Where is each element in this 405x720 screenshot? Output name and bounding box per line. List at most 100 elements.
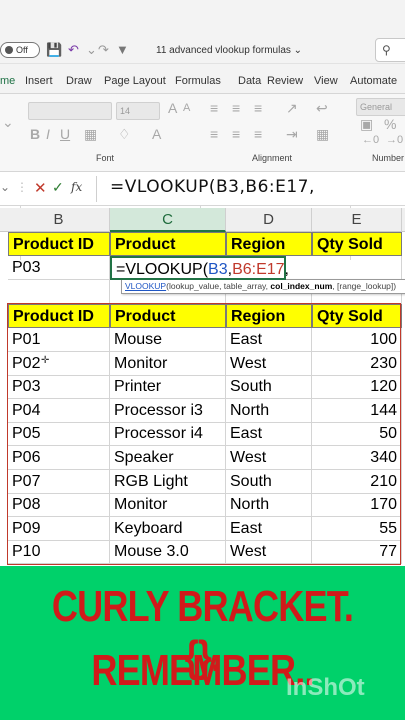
save-icon[interactable]: 💾 xyxy=(46,42,62,58)
tab-formulas[interactable]: Formulas xyxy=(175,75,221,87)
table-cell[interactable]: 120 xyxy=(312,375,402,400)
table-cell[interactable]: 170 xyxy=(312,493,402,518)
table-cell[interactable]: P03 xyxy=(8,375,110,400)
wrap-text-icon[interactable]: ↩ xyxy=(316,100,328,117)
search-button[interactable]: ⚲ xyxy=(375,38,405,62)
currency-icon[interactable]: ▣ xyxy=(360,116,373,133)
formula-bar-handle-icon[interactable]: ⋮ xyxy=(16,180,28,194)
table-header-cell[interactable]: Product xyxy=(110,304,226,328)
table-cell[interactable]: RGB Light xyxy=(110,469,226,494)
decrease-decimal-icon[interactable]: →0 xyxy=(386,134,403,146)
empty-cell[interactable] xyxy=(312,256,402,280)
table-cell[interactable]: East xyxy=(226,422,312,447)
table-cell[interactable]: South xyxy=(226,469,312,494)
increase-font-icon[interactable]: A xyxy=(168,100,177,116)
redo-icon[interactable]: ↷ xyxy=(98,42,109,58)
formula-input[interactable]: =VLOOKUP(B3,B6:E17, xyxy=(110,177,315,197)
autosave-toggle[interactable]: Off xyxy=(0,42,40,58)
borders-icon[interactable]: ▦ xyxy=(84,126,97,143)
table-cell[interactable]: Monitor xyxy=(110,493,226,518)
number-format-dropdown[interactable]: General xyxy=(356,98,405,116)
tooltip-arg-lookup-value[interactable]: lookup_value xyxy=(169,281,219,291)
align-left-icon[interactable]: ≡ xyxy=(210,126,218,142)
table-cell[interactable]: P08 xyxy=(8,493,110,518)
align-bottom-icon[interactable]: ≡ xyxy=(254,100,262,116)
tooltip-arg-col-index-num[interactable]: col_index_num xyxy=(270,281,332,291)
align-center-icon[interactable]: ≡ xyxy=(232,126,240,142)
enter-icon[interactable]: ✓ xyxy=(52,179,64,196)
table-cell[interactable]: P06 xyxy=(8,446,110,470)
lookup-header-cell[interactable]: Region xyxy=(226,232,312,256)
table-cell[interactable]: 50 xyxy=(312,422,402,447)
table-header-cell[interactable]: Region xyxy=(226,304,312,328)
table-header-cell[interactable]: Product ID xyxy=(8,304,110,328)
table-cell[interactable]: East xyxy=(226,328,312,352)
align-middle-icon[interactable]: ≡ xyxy=(232,100,240,116)
font-name-dropdown[interactable] xyxy=(28,102,112,120)
increase-decimal-icon[interactable]: ←0 xyxy=(362,134,379,146)
tab-draw[interactable]: Draw xyxy=(66,75,92,87)
decrease-font-icon[interactable]: A xyxy=(183,102,190,114)
tab-page-layout[interactable]: Page Layout xyxy=(104,75,166,87)
table-cell[interactable]: P02 xyxy=(8,351,110,376)
table-cell[interactable]: 340 xyxy=(312,446,402,470)
tab-data[interactable]: Data xyxy=(238,75,261,87)
table-cell[interactable]: Monitor xyxy=(110,351,226,376)
table-cell[interactable]: West xyxy=(226,351,312,376)
name-box-chevron-icon[interactable]: ⌄ xyxy=(0,180,10,194)
document-title[interactable]: 11 advanced vlookup formulas ⌄ xyxy=(156,45,302,56)
font-size-dropdown[interactable]: 14 xyxy=(116,102,160,120)
table-cell[interactable]: 230 xyxy=(312,351,402,376)
table-cell[interactable]: P07 xyxy=(8,469,110,494)
chevron-down-icon[interactable]: ⌄ xyxy=(2,114,14,131)
table-cell[interactable]: Keyboard xyxy=(110,516,226,541)
table-cell[interactable]: West xyxy=(226,446,312,470)
table-cell[interactable]: 77 xyxy=(312,540,402,565)
tab-view[interactable]: View xyxy=(314,75,338,87)
percent-icon[interactable]: % xyxy=(384,116,396,132)
table-cell[interactable]: Mouse xyxy=(110,328,226,352)
fill-color-icon[interactable]: ♢ xyxy=(118,126,131,143)
table-cell[interactable]: P01 xyxy=(8,328,110,352)
table-cell[interactable]: North xyxy=(226,493,312,518)
table-cell[interactable]: North xyxy=(226,398,312,423)
table-cell[interactable]: 55 xyxy=(312,516,402,541)
table-cell[interactable]: South xyxy=(226,375,312,400)
column-header-e[interactable]: E xyxy=(312,208,402,232)
cancel-icon[interactable]: ✕ xyxy=(34,179,47,197)
tab-review[interactable]: Review xyxy=(267,75,303,87)
lookup-header-cell[interactable]: Product ID xyxy=(8,232,110,256)
column-header-c[interactable]: C xyxy=(110,208,226,232)
indent-icon[interactable]: ⇥ xyxy=(286,126,298,143)
align-top-icon[interactable]: ≡ xyxy=(210,100,218,116)
column-header-d[interactable]: D xyxy=(226,208,312,232)
font-color-icon[interactable]: A xyxy=(152,126,161,142)
orientation-icon[interactable]: ↗ xyxy=(286,100,298,117)
bold-icon[interactable]: B xyxy=(30,126,40,142)
lookup-header-cell[interactable]: Product xyxy=(110,232,226,256)
tooltip-arg-table-array[interactable]: , table_array, xyxy=(219,281,270,291)
lookup-header-cell[interactable]: Qty Sold xyxy=(312,232,402,256)
merge-icon[interactable]: ▦ xyxy=(316,126,329,143)
column-header-b[interactable]: B xyxy=(8,208,110,232)
align-right-icon[interactable]: ≡ xyxy=(254,126,262,142)
active-formula-cell[interactable]: =VLOOKUP(B3,B6:E17, xyxy=(110,256,289,280)
empty-cell[interactable] xyxy=(8,280,110,304)
table-cell[interactable]: P04 xyxy=(8,398,110,423)
table-cell[interactable]: East xyxy=(226,516,312,541)
undo-icon[interactable]: ↶ xyxy=(68,42,79,58)
table-cell[interactable]: Processor i4 xyxy=(110,422,226,447)
table-cell[interactable]: Processor i3 xyxy=(110,398,226,423)
table-cell[interactable]: P05 xyxy=(8,422,110,447)
table-cell[interactable]: Printer xyxy=(110,375,226,400)
tooltip-function-name[interactable]: VLOOKUP xyxy=(125,281,166,291)
table-cell[interactable]: 100 xyxy=(312,328,402,352)
underline-icon[interactable]: U xyxy=(60,126,70,142)
table-header-cell[interactable]: Qty Sold xyxy=(312,304,402,328)
customize-toolbar-icon[interactable]: ▼ xyxy=(116,42,129,57)
table-cell[interactable]: P09 xyxy=(8,516,110,541)
table-cell[interactable]: P10 xyxy=(8,540,110,565)
insert-function-icon[interactable]: fx xyxy=(71,180,82,194)
tooltip-arg-range-lookup[interactable]: , [range_lookup]) xyxy=(332,281,396,291)
table-cell[interactable]: Mouse 3.0 xyxy=(110,540,226,565)
